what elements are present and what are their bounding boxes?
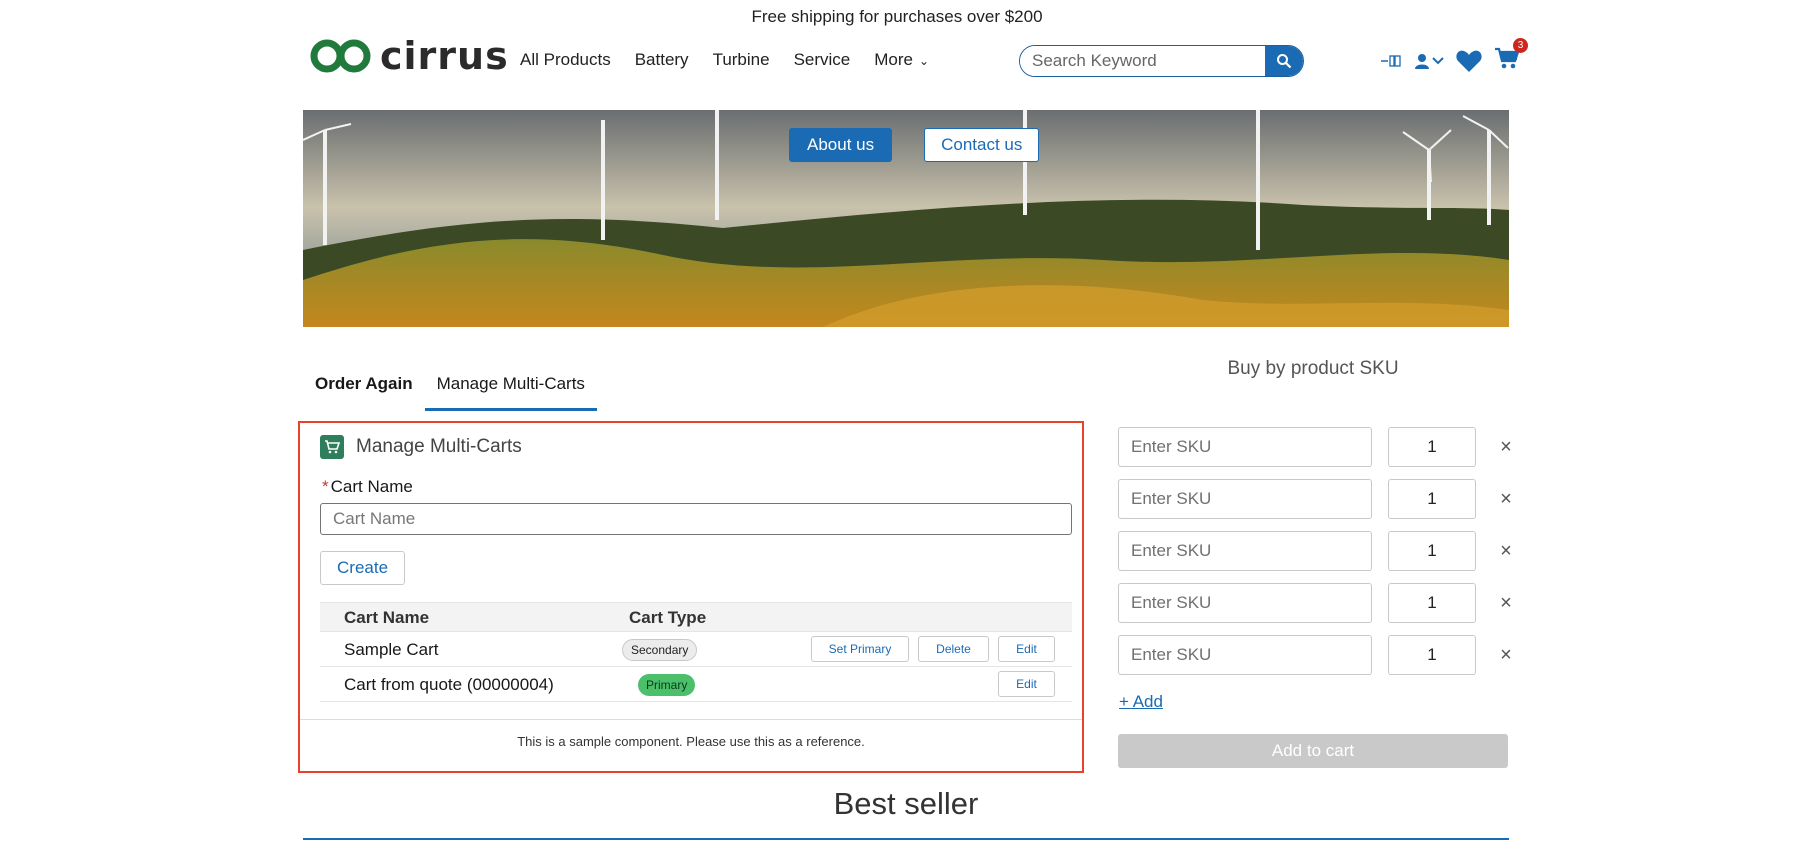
sku-input[interactable] xyxy=(1118,583,1372,623)
nav-more-label: More xyxy=(874,50,913,69)
cart-button[interactable]: 3 xyxy=(1494,38,1528,75)
cart-count-badge: 3 xyxy=(1513,38,1528,53)
search-button[interactable] xyxy=(1265,46,1303,76)
language-icon[interactable] xyxy=(1380,54,1402,68)
edit-button[interactable]: Edit xyxy=(998,671,1055,697)
remove-icon[interactable]: × xyxy=(1492,485,1520,513)
cart-type-badge: Primary xyxy=(638,674,696,696)
sku-row: × xyxy=(1118,479,1520,519)
hero-banner: About us Contact us xyxy=(303,110,1509,327)
chevron-down-icon: ⌄ xyxy=(919,54,930,68)
chevron-down-icon xyxy=(1432,56,1444,64)
nav-turbine[interactable]: Turbine xyxy=(713,50,770,70)
required-marker: * xyxy=(322,477,329,496)
column-cart-type: Cart Type xyxy=(629,608,707,627)
cart-name-cell: Cart from quote (00000004) xyxy=(344,675,554,694)
tab-order-again[interactable]: Order Again xyxy=(303,362,425,411)
table-row: Sample Cart Secondary Set Primary Delete… xyxy=(320,632,1072,667)
user-menu[interactable] xyxy=(1414,53,1444,69)
nav-all-products[interactable]: All Products xyxy=(520,50,611,70)
quantity-input[interactable] xyxy=(1388,479,1476,519)
heart-icon[interactable] xyxy=(1456,49,1482,73)
cart-icon xyxy=(320,435,344,459)
sku-input[interactable] xyxy=(1118,479,1372,519)
quantity-input[interactable] xyxy=(1388,635,1476,675)
sku-input[interactable] xyxy=(1118,531,1372,571)
user-icon xyxy=(1415,53,1429,69)
remove-icon[interactable]: × xyxy=(1492,433,1520,461)
sku-row: × xyxy=(1118,427,1520,467)
cart-name-cell: Sample Cart xyxy=(344,640,439,659)
remove-icon[interactable]: × xyxy=(1492,589,1520,617)
tab-bar: Order Again Manage Multi-Carts xyxy=(303,362,597,411)
logo-mark-icon xyxy=(310,39,371,73)
header-icons: 3 xyxy=(1380,38,1528,75)
nav-battery[interactable]: Battery xyxy=(635,50,689,70)
remove-icon[interactable]: × xyxy=(1492,641,1520,669)
sku-row: × xyxy=(1118,583,1520,623)
cart-name-label: * Cart Name xyxy=(322,477,413,497)
panel-footer-note: This is a sample component. Please use t… xyxy=(300,719,1082,749)
table-header: Cart Name Cart Type xyxy=(320,602,1072,632)
sku-input[interactable] xyxy=(1118,635,1372,675)
add-sku-row-link[interactable]: + Add xyxy=(1119,692,1163,712)
manage-multi-carts-panel: Manage Multi-Carts *Cart Name Create Car… xyxy=(298,421,1084,773)
logo-text: cirrus xyxy=(380,34,509,78)
tab-manage-multi-carts[interactable]: Manage Multi-Carts xyxy=(424,362,597,411)
cart-type-badge: Secondary xyxy=(622,639,698,661)
search-icon xyxy=(1277,54,1292,69)
search-input[interactable] xyxy=(1020,46,1265,76)
cirrus-logo[interactable]: cirrus xyxy=(310,34,509,78)
quantity-input[interactable] xyxy=(1388,427,1476,467)
edit-button[interactable]: Edit xyxy=(998,636,1055,662)
cart-name-input[interactable] xyxy=(320,503,1072,535)
section-divider xyxy=(303,838,1509,840)
search-bar xyxy=(1019,45,1304,77)
sku-row: × xyxy=(1118,531,1520,571)
panel-title: Manage Multi-Carts xyxy=(356,436,522,457)
table-row: Cart from quote (00000004) Primary Edit xyxy=(320,667,1072,702)
sku-section-title: Buy by product SKU xyxy=(1227,358,1399,379)
contact-us-button[interactable]: Contact us xyxy=(924,128,1040,162)
main-nav: All Products Battery Turbine Service Mor… xyxy=(520,50,929,70)
nav-more[interactable]: More ⌄ xyxy=(874,50,929,70)
create-button[interactable]: Create xyxy=(320,551,406,585)
quantity-input[interactable] xyxy=(1388,531,1476,571)
sku-input[interactable] xyxy=(1118,427,1372,467)
set-primary-button[interactable]: Set Primary xyxy=(811,636,909,662)
hero-actions: About us Contact us xyxy=(789,128,1040,162)
nav-service[interactable]: Service xyxy=(794,50,851,70)
add-to-cart-button[interactable]: Add to cart xyxy=(1118,734,1508,768)
sku-row: × xyxy=(1118,635,1520,675)
quantity-input[interactable] xyxy=(1388,583,1476,623)
about-us-button[interactable]: About us xyxy=(789,128,893,162)
delete-button[interactable]: Delete xyxy=(918,636,989,662)
promo-banner: Free shipping for purchases over $200 xyxy=(751,7,1043,26)
best-seller-heading: Best seller xyxy=(833,786,979,821)
carts-table: Cart Name Cart Type Sample Cart Secondar… xyxy=(320,602,1072,702)
cart-name-label-text: Cart Name xyxy=(330,477,413,496)
panel-header: Manage Multi-Carts xyxy=(320,435,522,459)
column-cart-name: Cart Name xyxy=(344,608,430,627)
remove-icon[interactable]: × xyxy=(1492,537,1520,565)
